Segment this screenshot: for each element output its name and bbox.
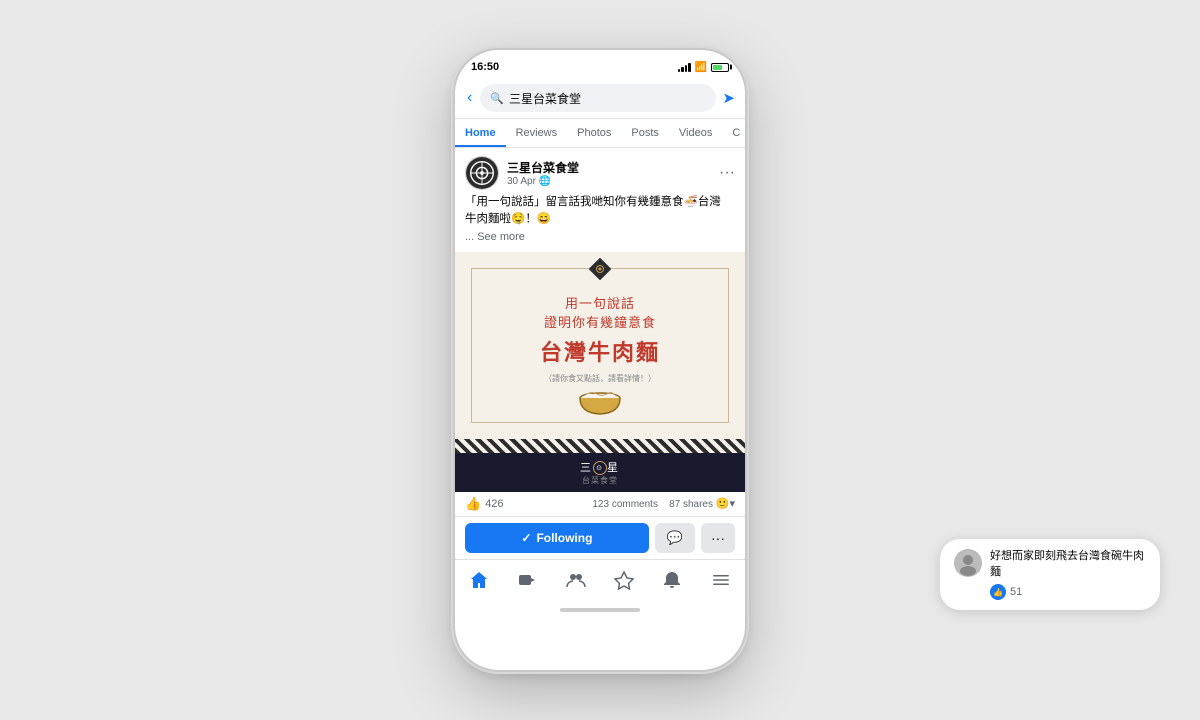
tab-posts[interactable]: Posts [621,119,669,147]
home-bar [560,608,640,612]
like-count: 51 [1010,586,1022,598]
page-avatar-icon [466,156,498,190]
nav-pages[interactable] [604,568,644,592]
nav-home[interactable] [459,568,499,592]
poster-border: 用一句說話 證明你有幾鐘意食 台灣牛肉麵 （請你食又點話，請看詳情！） [471,268,729,423]
more-button[interactable]: ··· [719,164,735,182]
globe-icon: 🌐 [539,176,551,187]
back-button[interactable]: ‹ [465,87,474,109]
messenger-icon: 💬 [667,530,683,546]
poster-sub-text: （請你食又點話，請看詳情！） [484,373,716,384]
nav-groups[interactable] [556,568,596,592]
scene: 16:50 📶 ‹ 🔍 [0,0,1200,720]
search-icon: 🔍 [490,92,504,105]
phone: 16:50 📶 ‹ 🔍 [455,50,745,670]
more-actions-button[interactable]: ··· [701,523,735,553]
tab-reviews[interactable]: Reviews [506,119,568,147]
commenter-avatar-icon [954,549,982,577]
tabs-bar: Home Reviews Photos Posts Videos C [455,119,745,148]
comment-content: 好想而家即刻飛去台灣食碗牛肉麵 👍 51 [990,549,1146,600]
page-name: 三星台菜食堂 [507,159,579,176]
post-meta: 30 Apr 🌐 [507,176,579,187]
home-indicator [455,600,745,620]
status-bar: 16:50 📶 [455,50,745,78]
notifications-nav-icon [662,570,682,590]
nav-menu[interactable] [701,568,741,592]
status-icons: 📶 [678,62,729,73]
following-label: Following [536,531,592,545]
poster-line1: 用一句說話 [484,293,716,312]
engagement-stats: 123 comments 87 shares 🙂▾ [592,497,735,510]
like-thumb-icon: 👍 [990,584,1006,600]
messenger-button[interactable]: 💬 [655,523,695,553]
more-actions-icon: ··· [711,530,725,546]
tab-more[interactable]: C [722,119,745,147]
pages-nav-icon [614,570,634,590]
following-check-icon: ✓ [521,531,531,545]
nav-notifications[interactable] [652,568,692,592]
like-reaction-icon: 👍 [465,496,481,512]
signal-icon [678,62,691,72]
status-time: 16:50 [471,61,499,73]
share-button[interactable]: ➤ [722,89,735,107]
post-date: 30 Apr [507,176,536,187]
comments-count: 123 comments [592,499,658,510]
wifi-icon: 📶 [695,62,707,73]
noodle-bowl-icon [484,388,716,418]
action-buttons: ✓ Following 💬 ··· [455,517,745,559]
reactions: 👍 426 [465,496,504,512]
poster-content: 用一句說話 證明你有幾鐘意食 台灣牛肉麵 （請你食又點話，請看詳情！） [455,252,745,439]
post-area: 三星台菜食堂 30 Apr 🌐 ··· 「用一句說話」留言話我哋知你有幾鍾意食🍜… [455,148,745,620]
poster-bottom-band: 三⊙星 台菜食堂 [455,453,745,492]
comment-likes: 👍 51 [990,584,1146,600]
poster-logo-icon [589,258,611,280]
following-button[interactable]: ✓ Following [465,523,649,553]
poster-bottom-subtitle: 台菜食堂 [580,475,620,486]
engagement-row: 👍 426 123 comments 87 shares 🙂▾ [455,492,745,517]
video-nav-icon [517,570,537,590]
home-nav-icon [469,570,489,590]
comment-bubble: 好想而家即刻飛去台灣食碗牛肉麵 👍 51 [940,539,1160,610]
poster-line2: 證明你有幾鐘意食 [484,312,716,331]
post-header: 三星台菜食堂 30 Apr 🌐 ··· [455,148,745,194]
reaction-count: 426 [485,498,503,510]
emoji-reactions-icon: 🙂▾ [716,498,735,510]
tab-home[interactable]: Home [455,119,506,147]
post-text-line1: 「用一句說話」留言話我哋知你有幾鍾意食🍜台灣 [465,196,721,208]
poster-line3: 台灣牛肉麵 [484,335,716,367]
comment-text: 好想而家即刻飛去台灣食碗牛肉麵 [990,549,1146,580]
nav-video[interactable] [507,568,547,592]
search-bar-area: ‹ 🔍 三星台菜食堂 ➤ [455,78,745,119]
see-more-button[interactable]: ... See more [465,231,525,243]
search-text: 三星台菜食堂 [509,90,581,107]
menu-nav-icon [711,570,731,590]
groups-nav-icon [566,570,586,590]
avatar [465,156,499,190]
battery-icon [711,63,729,72]
post-text-line2: 牛肉麵啦🤤！😄 [465,213,551,225]
poster-bottom-logo: 三⊙星 [580,459,620,475]
comment-avatar [954,549,982,577]
tab-videos[interactable]: Videos [669,119,722,147]
bottom-nav [455,559,745,600]
shares-count: 87 shares [669,499,713,510]
poster-main-text: 用一句說話 證明你有幾鐘意食 台灣牛肉麵 （請你食又點話，請看詳情！） [484,293,716,384]
post-text: 「用一句說話」留言話我哋知你有幾鍾意食🍜台灣 牛肉麵啦🤤！😄 ... See m… [455,194,745,252]
post-image: 用一句說話 證明你有幾鐘意食 台灣牛肉麵 （請你食又點話，請看詳情！） [455,252,745,492]
search-input-box[interactable]: 🔍 三星台菜食堂 [480,84,716,112]
tab-photos[interactable]: Photos [567,119,621,147]
wave-pattern [455,439,745,453]
phone-screen: 16:50 📶 ‹ 🔍 [455,50,745,670]
post-user-info: 三星台菜食堂 30 Apr 🌐 [465,156,579,190]
